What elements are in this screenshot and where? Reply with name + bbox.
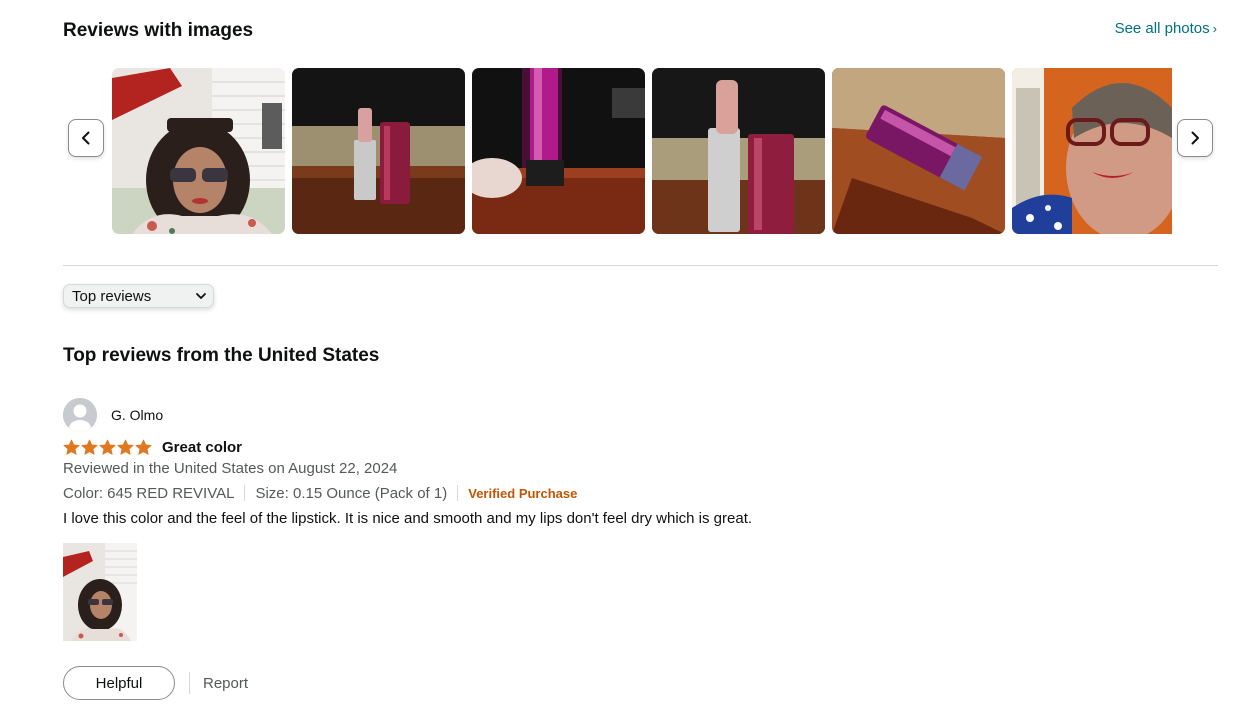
see-all-photos-label: See all photos bbox=[1114, 20, 1210, 37]
avatar bbox=[63, 398, 97, 432]
star-rating[interactable] bbox=[63, 439, 152, 456]
review-actions: Helpful Report bbox=[63, 666, 1163, 700]
review-photo-thumbnail[interactable] bbox=[112, 68, 285, 234]
see-all-photos-link[interactable]: See all photos › bbox=[1115, 20, 1217, 37]
sort-selected-label: Top reviews bbox=[72, 287, 152, 305]
carousel-next-button[interactable] bbox=[1177, 119, 1213, 157]
variant-color[interactable]: Color: 645 RED REVIVAL bbox=[63, 485, 234, 502]
review-card: G. Olmo Great color Reviewed in the Unit… bbox=[63, 398, 1163, 700]
review-photo-thumbnail[interactable] bbox=[1012, 68, 1172, 234]
review-image[interactable] bbox=[63, 543, 137, 641]
region-reviews-title: Top reviews from the United States bbox=[63, 345, 380, 366]
variant-separator bbox=[457, 485, 459, 501]
carousel-thumbnails bbox=[112, 68, 1172, 234]
review-variant: Color: 645 RED REVIVAL Size: 0.15 Ounce … bbox=[63, 483, 1163, 503]
review-photo-thumbnail[interactable] bbox=[832, 68, 1005, 234]
chevron-left-icon bbox=[82, 131, 90, 145]
star-icon bbox=[135, 439, 152, 455]
reviewer-profile[interactable]: G. Olmo bbox=[63, 398, 1163, 432]
helpful-button[interactable]: Helpful bbox=[63, 666, 175, 700]
verified-purchase-badge: Verified Purchase bbox=[468, 485, 578, 501]
images-section-title: Reviews with images bbox=[63, 20, 254, 41]
variant-separator bbox=[244, 485, 246, 501]
reviewer-name: G. Olmo bbox=[111, 407, 164, 423]
default-user-icon bbox=[63, 398, 97, 432]
chevron-right-icon bbox=[1191, 131, 1199, 145]
review-body: I love this color and the feel of the li… bbox=[63, 510, 753, 527]
review-photo-thumbnail[interactable] bbox=[292, 68, 465, 234]
image-carousel bbox=[63, 68, 1213, 234]
carousel-prev-button[interactable] bbox=[68, 119, 104, 157]
chevron-down-icon bbox=[196, 293, 206, 299]
rating-line: Great color bbox=[63, 437, 1163, 457]
star-icon bbox=[99, 439, 116, 455]
section-divider bbox=[63, 265, 1218, 266]
action-separator bbox=[189, 672, 190, 694]
sort-dropdown[interactable]: Top reviews bbox=[63, 284, 214, 308]
review-date: Reviewed in the United States on August … bbox=[63, 460, 398, 477]
star-icon bbox=[81, 439, 98, 455]
review-photo-thumbnail[interactable] bbox=[652, 68, 825, 234]
variant-size[interactable]: Size: 0.15 Ounce (Pack of 1) bbox=[255, 485, 447, 502]
star-icon bbox=[117, 439, 134, 455]
report-link[interactable]: Report bbox=[203, 675, 248, 692]
chevron-right-icon: › bbox=[1212, 21, 1217, 36]
review-title[interactable]: Great color bbox=[162, 439, 242, 456]
review-photo-thumbnail[interactable] bbox=[472, 68, 645, 234]
star-icon bbox=[63, 439, 80, 455]
